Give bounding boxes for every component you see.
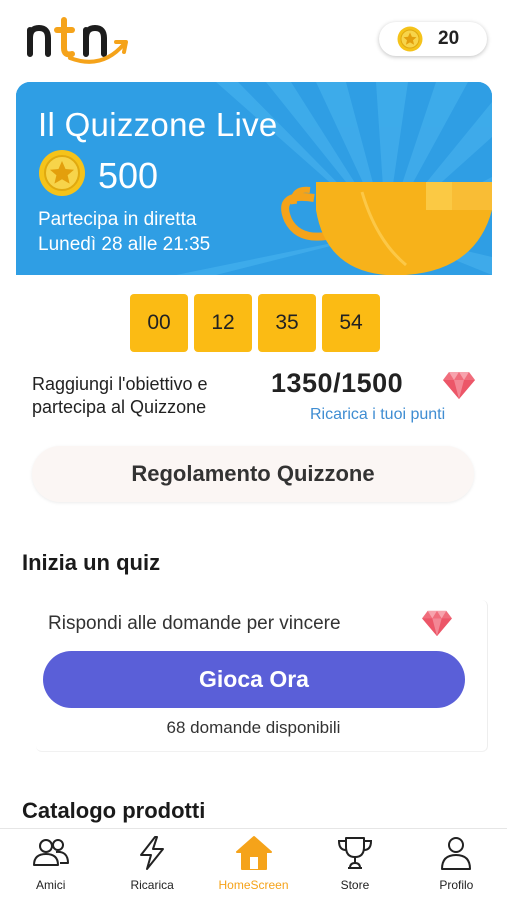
countdown-hours: 12 [194, 294, 252, 352]
card-subtitle-live: Partecipa in diretta [38, 209, 197, 230]
play-now-button[interactable]: Gioca Ora [43, 651, 465, 708]
countdown-seconds: 54 [322, 294, 380, 352]
nav-label-profilo: Profilo [439, 878, 474, 892]
rules-button[interactable]: Regolamento Quizzone [32, 446, 474, 502]
lightning-icon [140, 836, 165, 870]
catalog-title: Catalogo prodotti [22, 798, 206, 823]
gem-icon [422, 610, 452, 637]
questions-available: 68 domande disponibili [166, 718, 341, 737]
prize-row: 500 [38, 149, 158, 197]
trophy-icon [337, 837, 372, 869]
nav-item-amici[interactable]: Amici [0, 829, 101, 900]
nav-item-homescreen[interactable]: HomeScreen [203, 829, 304, 900]
gem-icon [443, 372, 475, 399]
nav-label-ricarica: Ricarica [130, 878, 174, 892]
quizzone-live-card[interactable]: Il Quizzone Live 500 Partecipa in dirett… [16, 82, 492, 275]
recharge-points-link[interactable]: Ricarica i tuoi punti [310, 406, 445, 424]
coin-icon [39, 150, 85, 196]
card-subtitle-date: Lunedì 28 alle 21:35 [38, 234, 211, 255]
trophy-icon [281, 182, 492, 275]
start-quiz-title: Inizia un quiz [22, 550, 161, 575]
countdown-days: 00 [130, 294, 188, 352]
nav-label-store: Store [340, 878, 370, 892]
profile-icon [441, 837, 472, 870]
prize-amount: 500 [98, 155, 159, 196]
countdown-timer: 00 12 35 54 [130, 294, 380, 352]
bottom-navigation: Amici Ricarica HomeScreen Store Profilo [0, 828, 507, 900]
nav-label-homescreen: HomeScreen [218, 878, 289, 892]
coin-balance-value: 20 [438, 28, 460, 49]
friends-icon [32, 839, 69, 866]
nav-item-profilo[interactable]: Profilo [406, 829, 507, 900]
countdown-minutes: 35 [258, 294, 316, 352]
home-icon [235, 836, 272, 870]
points-progress: 1350/1500 [271, 368, 404, 398]
answer-prompt: Rispondi alle domande per vincere [48, 613, 341, 634]
coin-icon [397, 26, 423, 52]
app-header: 20 [0, 0, 507, 78]
card-title: Il Quizzone Live [38, 106, 278, 143]
nav-label-amici: Amici [36, 878, 66, 892]
nav-item-store[interactable]: Store [304, 829, 405, 900]
ntn-logo-icon[interactable] [24, 14, 134, 64]
nav-item-ricarica[interactable]: Ricarica [101, 829, 202, 900]
coin-balance-pill[interactable]: 20 [379, 22, 487, 56]
goal-description: Raggiungi l'obiettivo e partecipa al Qui… [32, 374, 208, 417]
